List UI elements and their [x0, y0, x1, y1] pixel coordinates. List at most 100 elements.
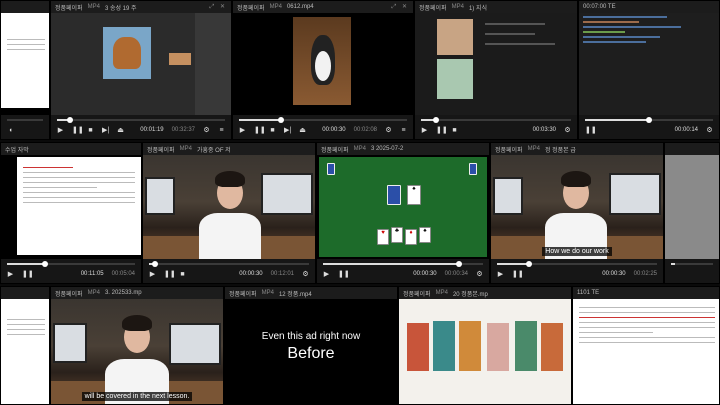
player-controls: ▶ ❚❚ 00:00:30 00:02:25 — [491, 259, 663, 283]
video-frame[interactable]: ♠ ♥ ♣ ♦ ♠ — [317, 155, 489, 259]
video-tile-1[interactable]: ◖ — [0, 0, 50, 140]
play-icon[interactable]: ▶ — [421, 127, 428, 134]
next-icon[interactable]: ▶| — [284, 127, 291, 134]
tile-filename: 0612.mp4 — [286, 4, 314, 10]
stop-icon[interactable]: ■ — [179, 271, 186, 278]
app-workspace — [415, 13, 577, 115]
next-icon[interactable]: ▶| — [102, 127, 109, 134]
play-icon[interactable]: ▶ — [149, 271, 156, 278]
tile-format: MP4 — [527, 146, 540, 152]
pause-icon[interactable]: ❚❚ — [22, 271, 34, 278]
settings-icon[interactable]: ⚙ — [385, 127, 392, 134]
seek-bar[interactable] — [323, 261, 483, 267]
tile-titlebar[interactable]: 정품페이퍼 MP4 3 2025-07-2 — [317, 143, 489, 155]
seek-bar[interactable] — [421, 117, 571, 123]
video-tile-10[interactable] — [664, 142, 720, 284]
settings-icon[interactable]: ⚙ — [706, 127, 713, 134]
tile-titlebar[interactable]: 정품페이퍼 MP4 3. 202533.mp — [51, 287, 223, 299]
tile-titlebar[interactable]: 수업 자막 — [1, 143, 141, 155]
tile-titlebar[interactable] — [665, 143, 719, 155]
settings-icon[interactable]: ⚙ — [302, 271, 309, 278]
pause-icon[interactable]: ❚❚ — [585, 127, 597, 134]
stop-icon[interactable]: ■ — [87, 127, 94, 134]
pause-icon[interactable]: ❚❚ — [338, 271, 350, 278]
video-tile-15[interactable]: 1101 TE — [572, 286, 720, 405]
settings-icon[interactable]: ⚙ — [564, 127, 571, 134]
seek-bar[interactable] — [585, 117, 713, 123]
tile-titlebar[interactable]: 정품페이퍼 MP4 가흥중 OF 저 — [143, 143, 315, 155]
video-tile-9[interactable]: 정품페이퍼 MP4 정 정품본 급 How we do our work ▶ ❚… — [490, 142, 664, 284]
video-tile-4[interactable]: 정품페이퍼 MP4 1) 지식 ▶ ❚❚ ■ 00:03:30 ⚙ — [414, 0, 578, 140]
tile-app-name: 정품페이퍼 — [403, 291, 431, 298]
video-frame[interactable] — [143, 155, 315, 259]
pause-icon[interactable]: ❚❚ — [72, 127, 84, 134]
video-tile-5[interactable]: 00:07:00 TE ❚❚ 00:00:14 ⚙ — [578, 0, 720, 140]
video-frame[interactable] — [1, 299, 49, 404]
duration: 00:00:34 — [444, 271, 468, 277]
video-frame[interactable]: Even this ad right now Before — [225, 299, 397, 404]
video-tile-3[interactable]: 정품페이퍼 MP4 0612.mp4 ⤢ ✕ ▶ ❚❚ ■ ▶| ⏏ 00:00… — [232, 0, 414, 140]
video-frame[interactable] — [579, 13, 719, 115]
tile-titlebar[interactable]: 00:07:00 TE — [579, 1, 719, 13]
video-frame[interactable] — [415, 13, 577, 115]
seek-bar[interactable] — [497, 261, 657, 267]
stop-icon[interactable]: ■ — [269, 127, 276, 134]
tile-titlebar[interactable] — [1, 287, 49, 299]
tile-titlebar[interactable]: 정품페이퍼 MP4 정 정품본 급 — [491, 143, 663, 155]
tile-titlebar[interactable]: 정품페이퍼 MP4 1) 지식 — [415, 1, 577, 13]
eject-icon[interactable]: ⏏ — [299, 127, 306, 134]
seek-bar[interactable] — [239, 117, 407, 123]
seek-bar[interactable] — [7, 261, 135, 267]
settings-icon[interactable]: ⚙ — [476, 271, 483, 278]
video-frame[interactable] — [51, 13, 231, 115]
tile-app-name: 정품페이퍼 — [55, 5, 83, 12]
play-icon[interactable]: ▶ — [7, 271, 14, 278]
tile-filename: 수업 자막 — [5, 147, 29, 154]
tile-titlebar[interactable] — [1, 1, 49, 13]
seek-bar[interactable] — [57, 117, 225, 123]
document-page — [1, 299, 49, 404]
video-frame[interactable] — [1, 13, 49, 115]
pause-icon[interactable]: ❚❚ — [436, 127, 448, 134]
eject-icon[interactable]: ⏏ — [117, 127, 124, 134]
tile-titlebar[interactable]: 정품페이퍼 MP4 3 송성 19 주 ⤢ ✕ — [51, 1, 231, 13]
video-tile-8[interactable]: 정품페이퍼 MP4 3 2025-07-2 ♠ ♥ ♣ ♦ ♠ ▶ ❚❚ 00:… — [316, 142, 490, 284]
video-frame[interactable] — [573, 299, 719, 404]
play-icon[interactable]: ▶ — [239, 127, 246, 134]
play-icon[interactable]: ▶ — [497, 271, 504, 278]
pause-icon[interactable]: ❚❚ — [512, 271, 524, 278]
seek-bar[interactable] — [149, 261, 309, 267]
video-frame[interactable] — [665, 155, 719, 259]
seek-bar[interactable] — [7, 119, 43, 121]
video-frame[interactable]: will be covered in the next lesson. — [51, 299, 223, 404]
play-icon[interactable]: ▶ — [323, 271, 330, 278]
tile-format: MP4 — [261, 290, 274, 296]
video-tile-7[interactable]: 정품페이퍼 MP4 가흥중 OF 저 ▶ ❚❚ ■ 00:00:30 00:12… — [142, 142, 316, 284]
video-tile-12[interactable]: 정품페이퍼 MP4 3. 202533.mp will be covered i… — [50, 286, 224, 405]
pause-icon[interactable]: ❚❚ — [164, 271, 176, 278]
menu-icon[interactable]: ≡ — [400, 127, 407, 134]
tile-titlebar[interactable]: 정품페이퍼 MP4 12 정품.mp4 — [225, 287, 397, 299]
volume-icon[interactable]: ◖ — [7, 127, 14, 134]
stop-icon[interactable]: ■ — [451, 127, 458, 134]
pause-icon[interactable]: ❚❚ — [254, 127, 266, 134]
menu-icon[interactable]: ≡ — [218, 127, 225, 134]
tile-titlebar[interactable]: 1101 TE — [573, 287, 719, 299]
window-controls-icon[interactable]: ⤢ ✕ — [210, 3, 228, 11]
video-tile-14[interactable]: 정품페이퍼 MP4 20 정품본.mp — [398, 286, 572, 405]
window-controls-icon[interactable]: ⤢ ✕ — [392, 3, 410, 11]
video-tile-2[interactable]: 정품페이퍼 MP4 3 송성 19 주 ⤢ ✕ ▶ ❚❚ ■ ▶| ⏏ 00:0… — [50, 0, 232, 140]
seek-bar[interactable] — [671, 263, 713, 265]
settings-icon[interactable]: ⚙ — [203, 127, 210, 134]
video-tile-13[interactable]: 정품페이퍼 MP4 12 정품.mp4 Even this ad right n… — [224, 286, 398, 405]
video-tile-6[interactable]: 수업 자막 ▶ ❚❚ 00:11:05 00:05:04 — [0, 142, 142, 284]
video-frame[interactable] — [233, 13, 413, 115]
play-icon[interactable]: ▶ — [57, 127, 64, 134]
video-tile-11[interactable] — [0, 286, 50, 405]
video-frame[interactable]: How we do our work — [491, 155, 663, 259]
video-frame[interactable] — [1, 155, 141, 259]
tile-titlebar[interactable]: 정품페이퍼 MP4 20 정품본.mp — [399, 287, 571, 299]
video-frame[interactable] — [399, 299, 571, 404]
tile-titlebar[interactable]: 정품페이퍼 MP4 0612.mp4 ⤢ ✕ — [233, 1, 413, 13]
tile-filename: 1101 TE — [577, 290, 600, 296]
